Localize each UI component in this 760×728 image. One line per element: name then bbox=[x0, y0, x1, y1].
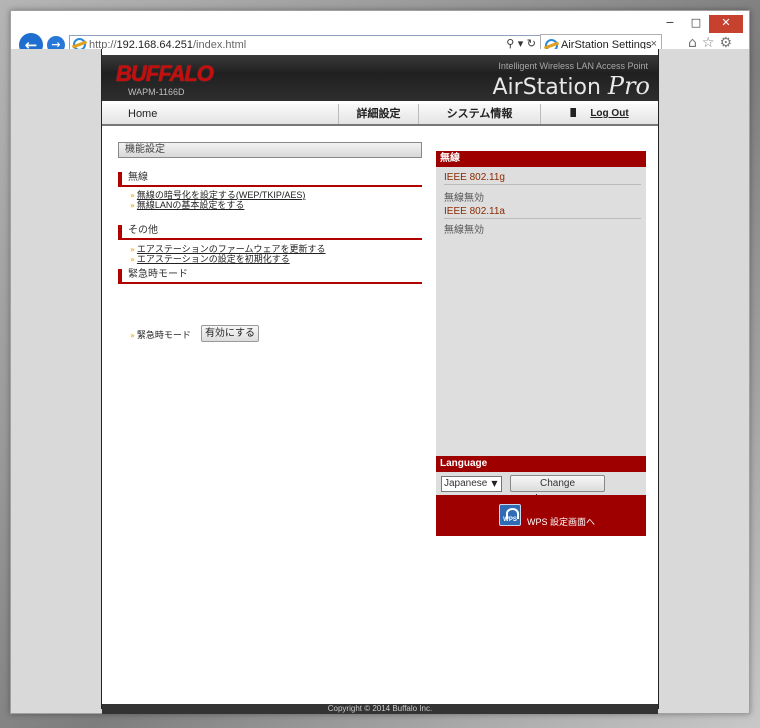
logout-label: Log Out bbox=[590, 108, 629, 119]
chevron-down-icon: ▼ bbox=[491, 479, 498, 488]
category-wireless: 無線 bbox=[118, 171, 422, 187]
logout-door-icon bbox=[570, 108, 577, 117]
category-emergency: 緊急時モード bbox=[118, 268, 422, 284]
wps-box: WPS WPS 設定画面へ bbox=[436, 495, 646, 536]
language-title: Language bbox=[436, 456, 646, 472]
link-factory-reset[interactable]: エアステーションの設定を初期化する bbox=[137, 254, 290, 264]
list-item[interactable]: » エアステーションの設定を初期化する bbox=[130, 254, 290, 265]
main-menu: Home 詳細設定 システム情報 Log Out bbox=[102, 104, 658, 126]
double-arrow-icon: » bbox=[130, 245, 135, 254]
product-tagline: Intelligent Wireless LAN Access Point bbox=[498, 61, 648, 71]
double-arrow-icon: » bbox=[130, 191, 135, 200]
buffalo-logo: BUFFALO bbox=[116, 61, 214, 86]
double-arrow-icon: » bbox=[130, 331, 135, 340]
double-arrow-icon: » bbox=[130, 201, 135, 210]
change-language-button[interactable]: Change Language bbox=[510, 475, 605, 504]
product-name-main: AirStation bbox=[492, 75, 601, 100]
product-name: AirStation Pro bbox=[493, 72, 651, 100]
model-name: WAPM-1166D bbox=[128, 87, 185, 97]
status-item-value: 無線無効 bbox=[444, 193, 484, 204]
router-page: BUFFALO WAPM-1166D Intelligent Wireless … bbox=[101, 49, 659, 714]
wps-settings-link[interactable]: WPS 設定画面へ bbox=[527, 515, 595, 528]
status-item-name: IEEE 802.11g bbox=[444, 172, 641, 185]
window-controls: − □ ✕ bbox=[657, 15, 743, 33]
emergency-row: » 緊急時モード bbox=[130, 330, 191, 341]
menu-logout[interactable]: Log Out bbox=[540, 104, 658, 124]
link-wireless-basic[interactable]: 無線LANの基本設定をする bbox=[137, 200, 245, 210]
emergency-label: 緊急時モード bbox=[136, 330, 191, 340]
maximize-button[interactable]: □ bbox=[683, 15, 709, 33]
section-title: 機能設定 bbox=[118, 142, 422, 158]
language-row: Japanese▼ Change Language bbox=[441, 475, 605, 504]
list-item[interactable]: » 無線LANの基本設定をする bbox=[130, 200, 244, 211]
status-panel: 無線 IEEE 802.11g 無線無効 IEEE 802.11a 無線無効 L… bbox=[436, 151, 646, 504]
category-other: その他 bbox=[118, 224, 422, 240]
close-window-button[interactable]: ✕ bbox=[709, 15, 743, 33]
product-name-suffix: Pro bbox=[607, 72, 650, 100]
link-wireless-encryption[interactable]: 無線の暗号化を設定する(WEP/TKIP/AES) bbox=[137, 190, 306, 200]
status-item-value: 無線無効 bbox=[444, 225, 484, 236]
status-item-name: IEEE 802.11a bbox=[444, 206, 641, 219]
double-arrow-icon: » bbox=[130, 255, 135, 264]
enable-emergency-button[interactable]: 有効にする bbox=[201, 325, 259, 342]
language-select[interactable]: Japanese ▼ bbox=[441, 475, 502, 492]
page-footer: Copyright © 2014 Buffalo Inc. bbox=[102, 704, 658, 714]
minimize-button[interactable]: − bbox=[657, 15, 683, 33]
browser-window: − □ ✕ ← → http://192.168.64.251/index.ht… bbox=[10, 10, 750, 714]
menu-advanced-settings[interactable]: 詳細設定 bbox=[338, 104, 418, 124]
link-firmware-update[interactable]: エアステーションのファームウェアを更新する bbox=[137, 244, 326, 254]
status-title: 無線 bbox=[436, 151, 646, 167]
page-viewport: BUFFALO WAPM-1166D Intelligent Wireless … bbox=[11, 49, 749, 714]
content-area: BUFFALO WAPM-1166D Intelligent Wireless … bbox=[11, 49, 749, 714]
wps-icon[interactable]: WPS bbox=[499, 504, 521, 526]
menu-home[interactable]: Home bbox=[128, 104, 157, 124]
language-selected-value: Japanese bbox=[444, 478, 488, 489]
menu-system-info[interactable]: システム情報 bbox=[418, 104, 540, 124]
page-header: BUFFALO WAPM-1166D Intelligent Wireless … bbox=[102, 55, 658, 101]
